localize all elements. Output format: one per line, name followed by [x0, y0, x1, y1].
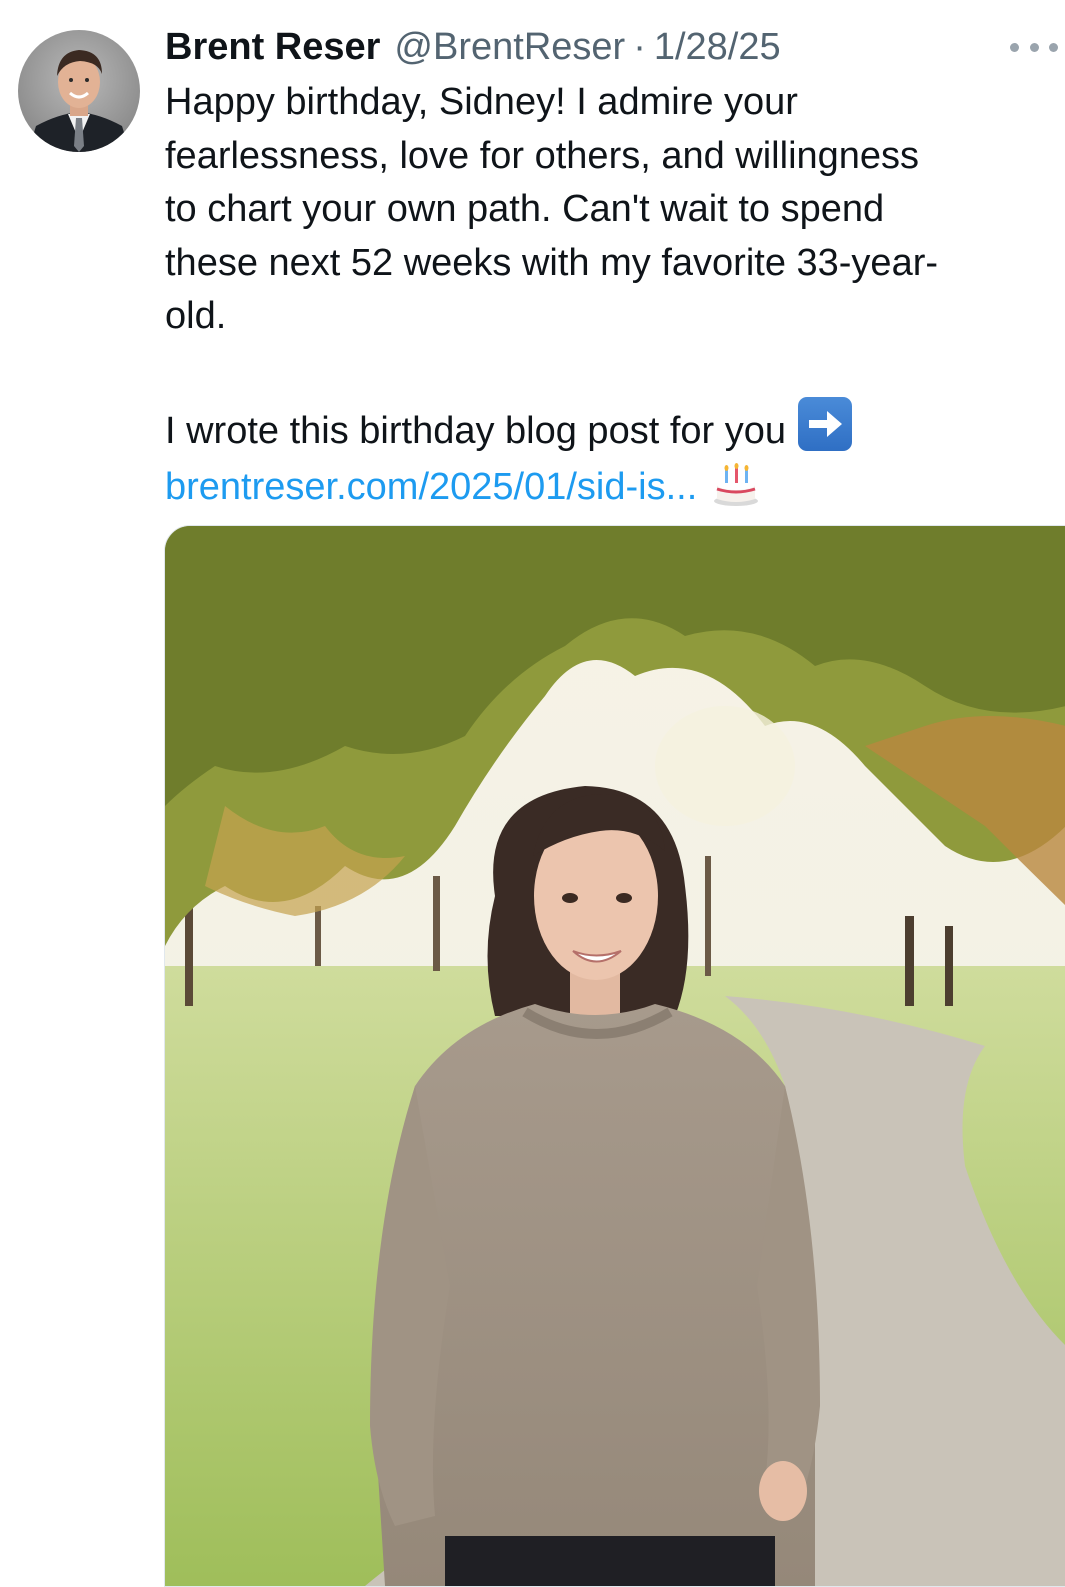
- blog-line: I wrote this birthday blog post for you: [165, 397, 1055, 459]
- tweet-text-line: fearlessness, love for others, and willi…: [165, 134, 920, 177]
- more-dot: [1049, 42, 1058, 52]
- tweet-text-line: to chart your own path. Can't wait to sp…: [165, 188, 885, 230]
- tweet-header: Brent Reser @BrentReser · 1/28/25: [165, 22, 781, 72]
- author-avatar[interactable]: [18, 30, 140, 152]
- blog-link[interactable]: brentreser.com/2025/01/sid-is...: [165, 466, 697, 508]
- header-separator: ·: [633, 26, 646, 68]
- more-dot: [1029, 42, 1039, 52]
- more-options-icon[interactable]: [1010, 34, 1058, 60]
- tweet-text-line: these next 52 weeks with my favorite 33-…: [165, 241, 939, 284]
- tweet: Brent Reser @BrentReser · 1/28/25 Happy …: [0, 0, 1065, 1587]
- author-handle[interactable]: @BrentReser: [394, 22, 625, 72]
- birthday-cake-emoji-icon: [714, 462, 759, 506]
- link-line: brentreser.com/2025/01/sid-is...: [165, 459, 1055, 515]
- author-name[interactable]: Brent Reser: [165, 22, 380, 72]
- tweet-text: Happy birthday, Sidney! I admire your fe…: [165, 76, 1055, 514]
- blog-line-text: I wrote this birthday blog post for you: [165, 410, 786, 452]
- tweet-date[interactable]: 1/28/25: [654, 22, 781, 72]
- right-arrow-emoji-icon: [798, 397, 852, 451]
- tweet-photo[interactable]: [164, 525, 1065, 1587]
- tweet-text-line: Happy birthday, Sidney! I admire your: [165, 81, 798, 123]
- tweet-text-line: old.: [165, 295, 227, 337]
- more-dot: [1010, 42, 1019, 52]
